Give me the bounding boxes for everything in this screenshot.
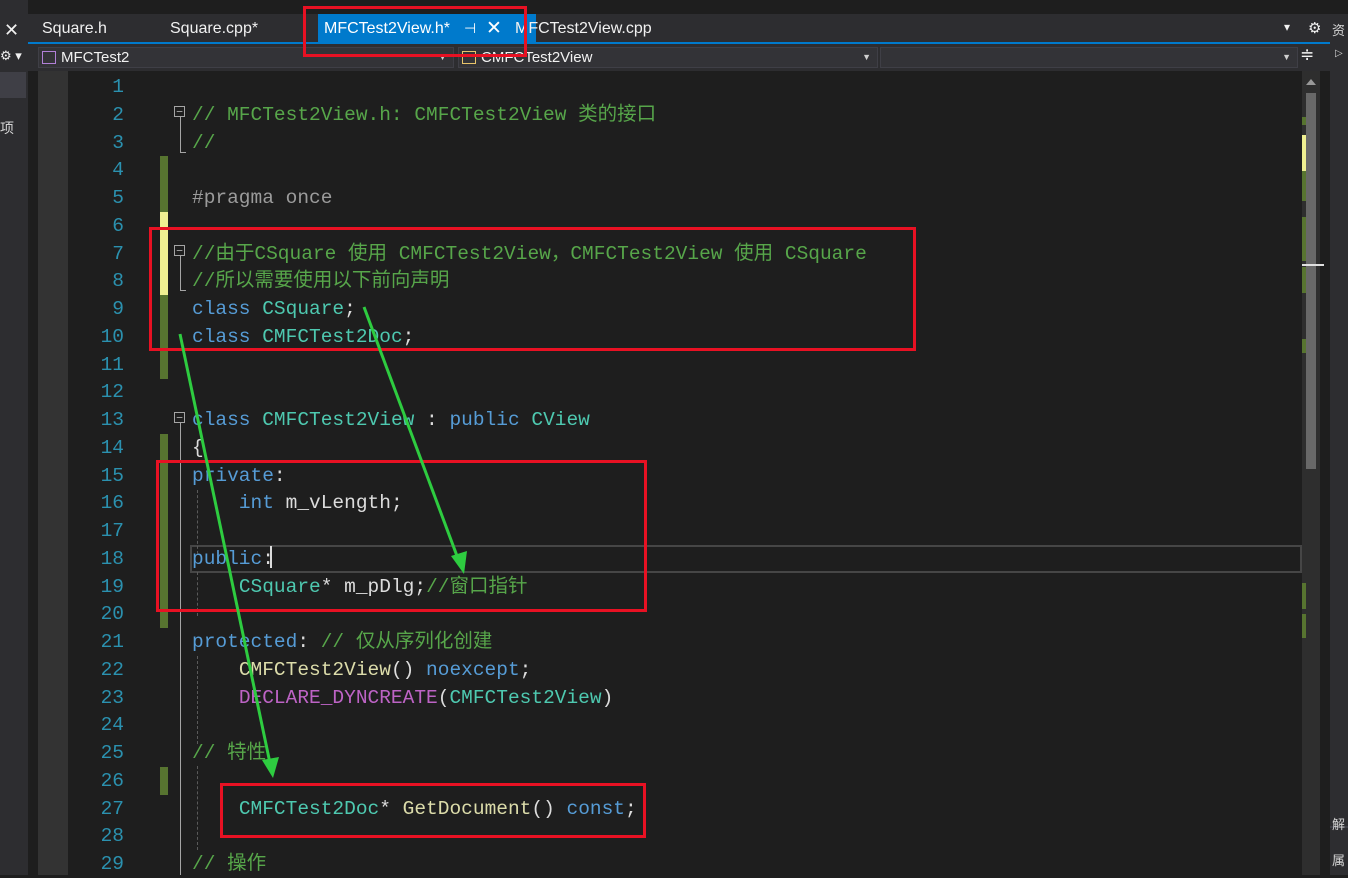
annotation-arrow-cmfctest2doc [178,333,273,769]
arrowhead [451,551,467,574]
annotation-arrows [178,306,467,778]
arrowhead [262,757,279,778]
annotation-arrow-csquare [362,306,462,565]
